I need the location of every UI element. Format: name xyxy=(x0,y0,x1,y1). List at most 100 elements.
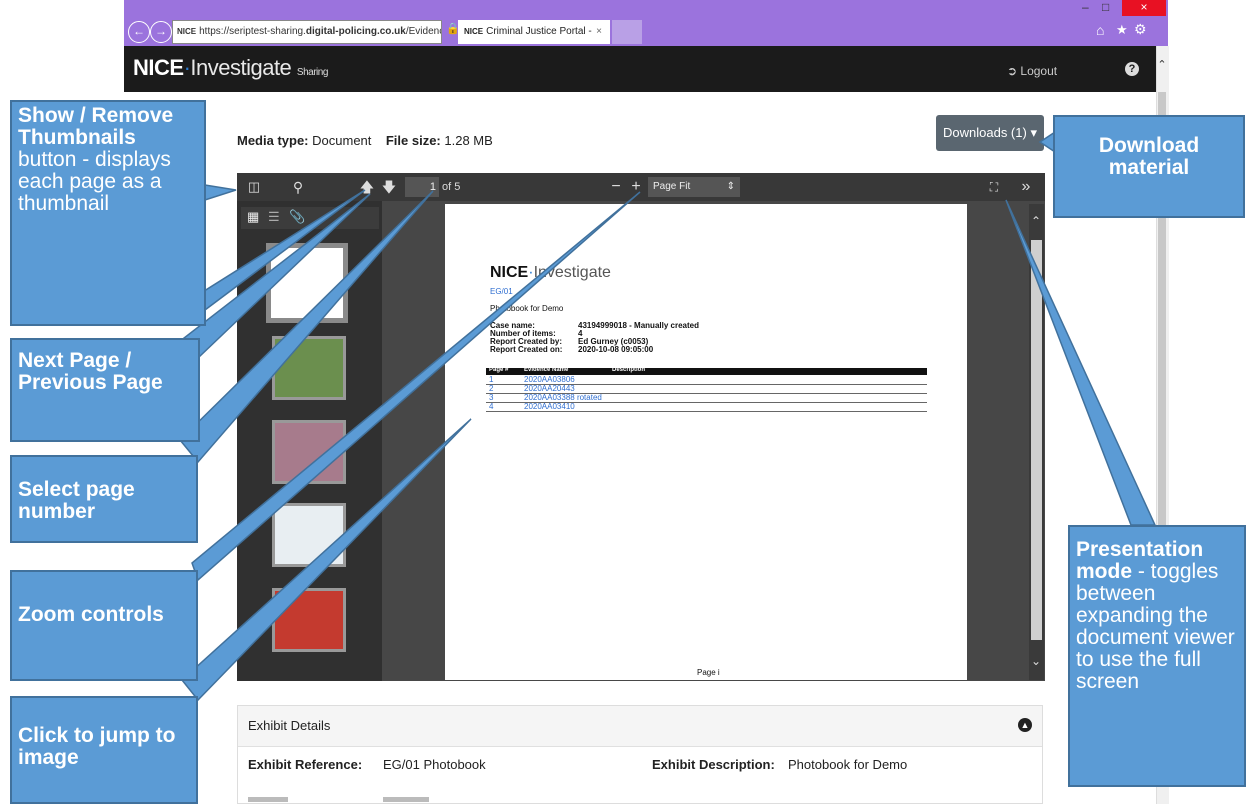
thumbnail-page-4[interactable] xyxy=(272,503,346,567)
doc-subtitle: Photobook for Demo xyxy=(490,304,564,313)
callout-thumbnails: Show / Remove Thumbnails button - displa… xyxy=(10,100,206,326)
search-icon[interactable]: ⚲ xyxy=(287,173,309,201)
exhibit-details-header[interactable] xyxy=(238,706,1042,747)
viewer-scroll-up-icon[interactable]: ⌃ xyxy=(1031,214,1041,228)
tab-title: Criminal Justice Portal - xyxy=(486,26,592,37)
doc-meta-label: Report Created on: xyxy=(490,345,563,354)
cut-off-label xyxy=(248,797,288,802)
logout-button[interactable]: ➲ Logout xyxy=(1007,64,1057,78)
new-tab-button[interactable] xyxy=(612,20,642,44)
maximize-icon[interactable]: □ xyxy=(1102,0,1109,16)
outline-view-icon[interactable]: ☰ xyxy=(268,209,280,225)
sidebar-tabs xyxy=(241,207,379,229)
file-size-value: 1.28 MB xyxy=(444,133,493,148)
thumbnail-page-2[interactable] xyxy=(272,336,346,400)
back-icon[interactable]: ← xyxy=(128,21,150,43)
callout-download: Download material xyxy=(1053,115,1245,218)
callout-download-text: Download material xyxy=(1098,134,1200,179)
doc-row-link[interactable]: 2020AA03410 xyxy=(524,402,575,411)
logo-sharing: Sharing xyxy=(296,67,328,78)
doc-row-page[interactable]: 3 xyxy=(489,393,493,402)
tools-more-icon[interactable]: » xyxy=(1016,173,1036,201)
exhibit-desc-label: Exhibit Description: xyxy=(652,757,775,772)
callout-zoom-text: Zoom controls xyxy=(18,603,164,626)
favorites-icon[interactable]: ★ xyxy=(1116,22,1128,38)
tab-badge: NICE xyxy=(464,27,484,36)
doc-table-head-desc: Description xyxy=(612,367,646,373)
logout-icon: ➲ xyxy=(1007,64,1018,78)
doc-meta-value: 2020-10-08 09:05:00 xyxy=(578,345,654,354)
doc-ref: EG/01 xyxy=(490,287,513,296)
viewer-scroll-thumb[interactable] xyxy=(1031,240,1042,640)
caret-down-icon: ▾ xyxy=(1030,125,1037,140)
viewer-scroll-down-icon[interactable]: ⌄ xyxy=(1031,654,1041,668)
address-bar[interactable]: NICE https://seriptest-sharing.digital-po… xyxy=(172,20,442,44)
doc-row-link[interactable]: 2020AA03388 rotated xyxy=(524,393,602,402)
callout-select-page-text: Select page number xyxy=(18,478,135,523)
doc-row-page[interactable]: 1 xyxy=(489,375,493,384)
sidebar-toggle-icon[interactable]: ◫ xyxy=(243,173,265,201)
callout-next-previous-text: Next Page / Previous Page xyxy=(18,349,163,394)
media-info: Media type: Document File size: 1.28 MB xyxy=(237,133,493,148)
doc-row-page[interactable]: 2 xyxy=(489,384,493,393)
file-size-label: File size: xyxy=(385,133,441,148)
forward-icon[interactable]: → xyxy=(150,21,172,43)
zoom-value: Page Fit xyxy=(653,181,691,192)
next-page-icon[interactable]: 🡇 xyxy=(380,173,398,201)
thumbnail-page-1[interactable] xyxy=(266,243,348,323)
tab-close-icon[interactable]: × xyxy=(596,20,602,44)
callout-zoom: Zoom controls xyxy=(10,570,198,681)
site-badge: NICE xyxy=(177,27,197,36)
logout-label: Logout xyxy=(1020,64,1058,78)
logo-bold: NICE xyxy=(133,55,184,80)
collapse-icon[interactable]: ▲ xyxy=(1018,718,1032,732)
callout-thumbnails-text: button - displays each page as a thumbna… xyxy=(18,148,171,215)
doc-row-page[interactable]: 4 xyxy=(489,402,493,411)
doc-meta-value: 43194999018 - Manually created xyxy=(578,321,699,330)
select-arrows-icon: ⇕ xyxy=(726,181,735,192)
close-window-icon[interactable]: × xyxy=(1122,0,1166,16)
settings-gear-icon[interactable]: ⚙ xyxy=(1134,21,1147,38)
thumbnail-page-5[interactable] xyxy=(272,588,346,652)
callout-presentation-mode: Presentation mode - toggles between expa… xyxy=(1068,525,1246,787)
home-icon[interactable]: ⌂ xyxy=(1096,22,1104,38)
pointer-thumbnails xyxy=(204,184,237,202)
logo-light: Investigate xyxy=(190,55,292,80)
browser-tab[interactable]: NICE Criminal Justice Portal - × xyxy=(458,20,610,44)
attachments-icon[interactable]: 📎 xyxy=(289,209,305,225)
media-type-label: Media type: xyxy=(237,133,309,148)
url-domain: digital-policing.co.uk xyxy=(305,26,406,37)
thumbnail-page-3[interactable] xyxy=(272,420,346,484)
zoom-select[interactable]: Page Fit ⇕ xyxy=(648,177,740,197)
exhibit-desc-value: Photobook for Demo xyxy=(788,757,908,772)
doc-table-head-name: Evidence Name xyxy=(524,367,569,373)
doc-title-bold: NICE xyxy=(490,264,529,281)
downloads-label: Downloads (1) xyxy=(943,125,1027,140)
exhibit-ref-label: Exhibit Reference: xyxy=(248,757,363,772)
presentation-mode-icon[interactable]: ⛶ xyxy=(984,173,1004,201)
page-number-input[interactable]: 1 xyxy=(405,177,439,197)
callout-jump-to-image: Click to jump to image xyxy=(10,696,198,804)
doc-title: NICE·Investigate xyxy=(490,264,611,282)
callout-jump-to-image-text: Click to jump to image xyxy=(18,724,176,769)
downloads-button[interactable]: Downloads (1) ▾ xyxy=(936,115,1044,151)
doc-title-light: Investigate xyxy=(533,264,611,281)
doc-page-footer: Page i xyxy=(697,668,720,677)
doc-table-head-page: Page # xyxy=(489,367,509,373)
zoom-out-icon[interactable]: − xyxy=(606,173,626,201)
url-plain: https://seriptest-sharing. xyxy=(199,26,306,37)
page-count: of 5 xyxy=(442,181,461,193)
app-logo: NICE·Investigate Sharing xyxy=(133,55,328,81)
thumbnails-view-icon[interactable]: ▦ xyxy=(247,209,259,225)
exhibit-heading: Exhibit Details xyxy=(248,718,331,733)
zoom-in-icon[interactable]: + xyxy=(626,173,646,201)
doc-row-link[interactable]: 2020AA20443 xyxy=(524,384,575,393)
cut-off-value xyxy=(383,797,429,802)
scroll-up-icon[interactable]: ⌃ xyxy=(1156,58,1168,71)
help-icon[interactable]: ? xyxy=(1125,62,1139,76)
doc-row-link[interactable]: 2020AA03806 xyxy=(524,375,575,384)
callout-thumbnails-title: Show / Remove Thumbnails xyxy=(18,104,174,149)
minimize-icon[interactable]: – xyxy=(1082,0,1089,16)
previous-page-icon[interactable]: 🡅 xyxy=(358,173,376,201)
url-path: /Evidence xyxy=(405,26,441,37)
